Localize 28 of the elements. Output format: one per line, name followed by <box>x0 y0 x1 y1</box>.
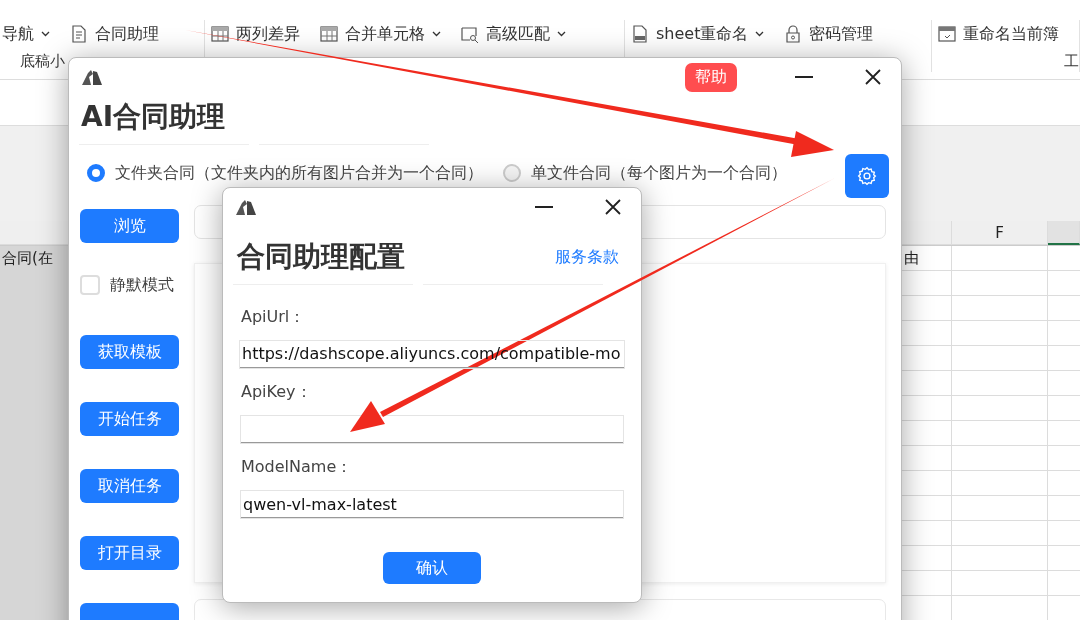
ribbon-button[interactable]: 高级匹配 <box>461 23 566 45</box>
action-button[interactable]: 打开目录 <box>80 536 179 570</box>
mode-radio[interactable]: 文件夹合同（文件夹内的所有图片合并为一个合同） <box>87 162 483 184</box>
ribbon-button[interactable]: 密码管理 <box>784 23 874 45</box>
ribbon-button[interactable]: 合并单元格 <box>320 23 441 45</box>
terms-link[interactable]: 服务条款 <box>555 246 619 268</box>
window-title: AI合同助理 <box>80 99 227 135</box>
dialog-title: 合同助理配置 <box>237 239 405 275</box>
group-label: 工 <box>1064 52 1079 71</box>
group-label: 底稿小 <box>20 52 66 71</box>
field-label: ModelName： <box>241 457 354 478</box>
action-button[interactable]: 开始任务 <box>80 402 179 436</box>
input-field[interactable]: qwen-vl-max-latest <box>241 491 623 518</box>
action-button[interactable]: 浏览 <box>80 209 179 243</box>
ribbon-button[interactable]: 两列差异 <box>211 23 300 45</box>
mode-radio[interactable]: 单文件合同（每个图片为一个合同） <box>503 162 787 184</box>
table-cell-text: 由 <box>903 249 919 268</box>
field-label: ApiUrl： <box>241 307 307 328</box>
ribbon-button[interactable]: 合同助理 <box>70 23 159 45</box>
action-button[interactable]: 取消任务 <box>80 469 179 503</box>
action-button[interactable]: 获取模板 <box>80 335 179 369</box>
silent-mode-checkbox[interactable]: 静默模式 <box>80 273 180 297</box>
table-cell-text: 合同(在 <box>1 249 53 268</box>
ribbon-button[interactable]: 导航 <box>2 23 50 45</box>
confirm-button[interactable]: 确认 <box>383 552 481 584</box>
field-label: ApiKey： <box>241 382 313 403</box>
ribbon-button[interactable]: sheet重命名 <box>631 23 765 45</box>
ribbon-button[interactable]: 重命名当前簿 <box>938 23 1059 45</box>
